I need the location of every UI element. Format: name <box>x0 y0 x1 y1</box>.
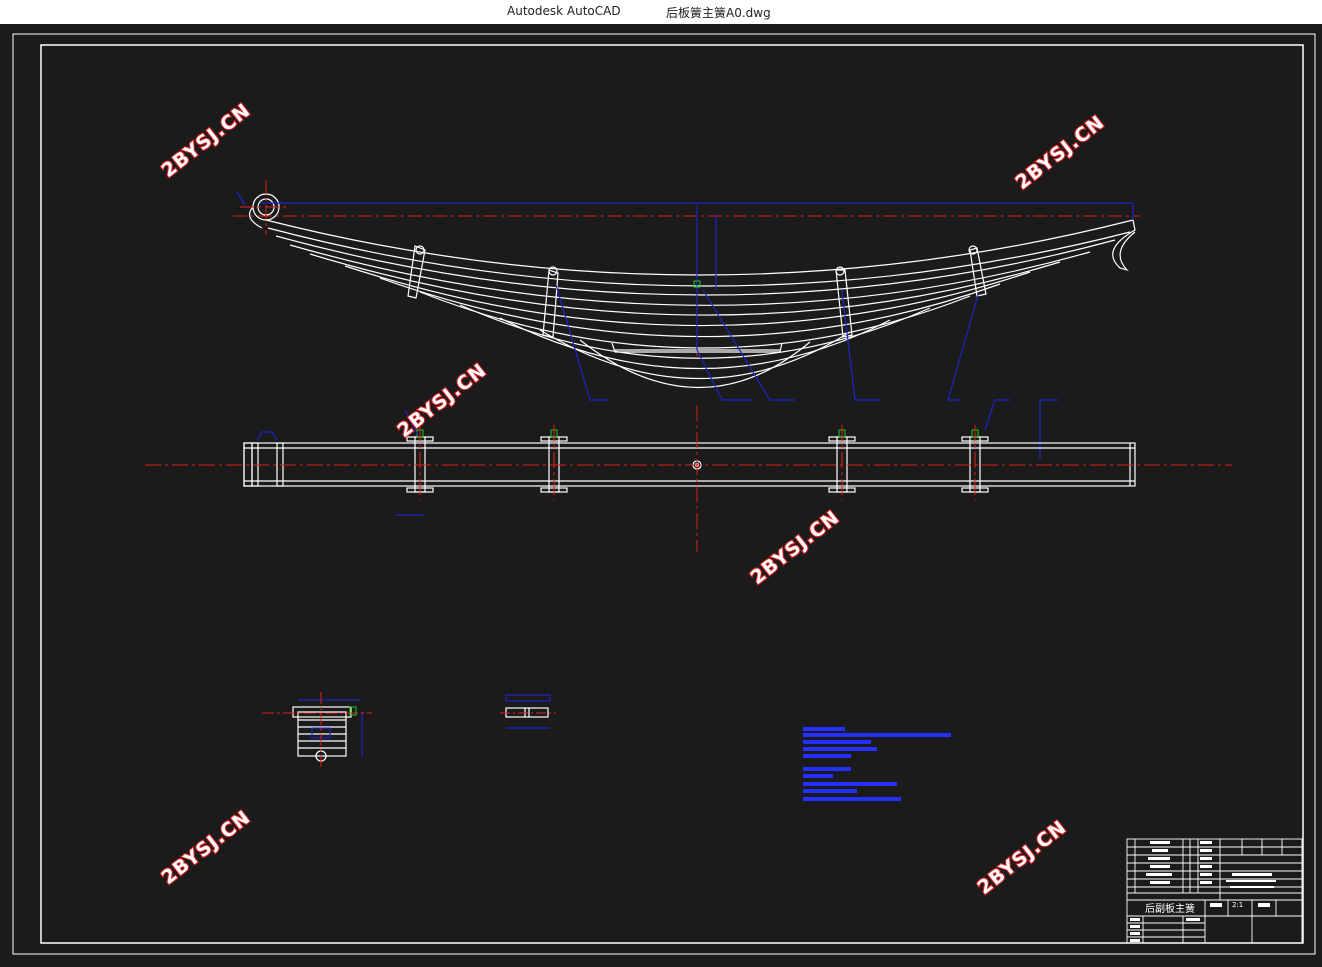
cad-drawing[interactable]: 后副板主簧 2:1 2BYSJ.CN 2BYSJ.CN 2BYSJ.CN 2BY… <box>0 24 1322 963</box>
section-view-b-dims <box>505 694 551 729</box>
outer-frame <box>12 33 1316 955</box>
title-block-text-marks <box>1130 841 1276 942</box>
front-view-dimensions <box>236 191 1134 460</box>
watermark: 2BYSJ.CN <box>974 816 1071 899</box>
watermark: 2BYSJ.CN <box>747 506 844 589</box>
title-block <box>1126 838 1303 944</box>
section-view-a <box>292 706 352 762</box>
inner-frame <box>40 44 1304 944</box>
app-name: Autodesk AutoCAD <box>507 4 621 18</box>
leaf-spring-front-view <box>248 193 1136 388</box>
title-block-drawing-name: 后副板主簧 <box>1145 902 1195 915</box>
document-name: 后板簧主簧A0.dwg <box>666 6 771 20</box>
watermark: 2BYSJ.CN <box>394 359 491 442</box>
watermark: 2BYSJ.CN <box>158 806 255 889</box>
window-titlebar: Autodesk AutoCAD 后板簧主簧A0.dwg <box>0 0 1322 24</box>
drawing-canvas[interactable]: 后副板主簧 2:1 2BYSJ.CN 2BYSJ.CN 2BYSJ.CN 2BY… <box>0 24 1322 963</box>
watermark: 2BYSJ.CN <box>158 99 255 182</box>
technical-notes <box>803 727 951 801</box>
watermark: 2BYSJ.CN <box>1012 111 1109 194</box>
title-block-scale: 2:1 <box>1232 901 1243 909</box>
top-view-centerlines <box>145 405 1232 552</box>
